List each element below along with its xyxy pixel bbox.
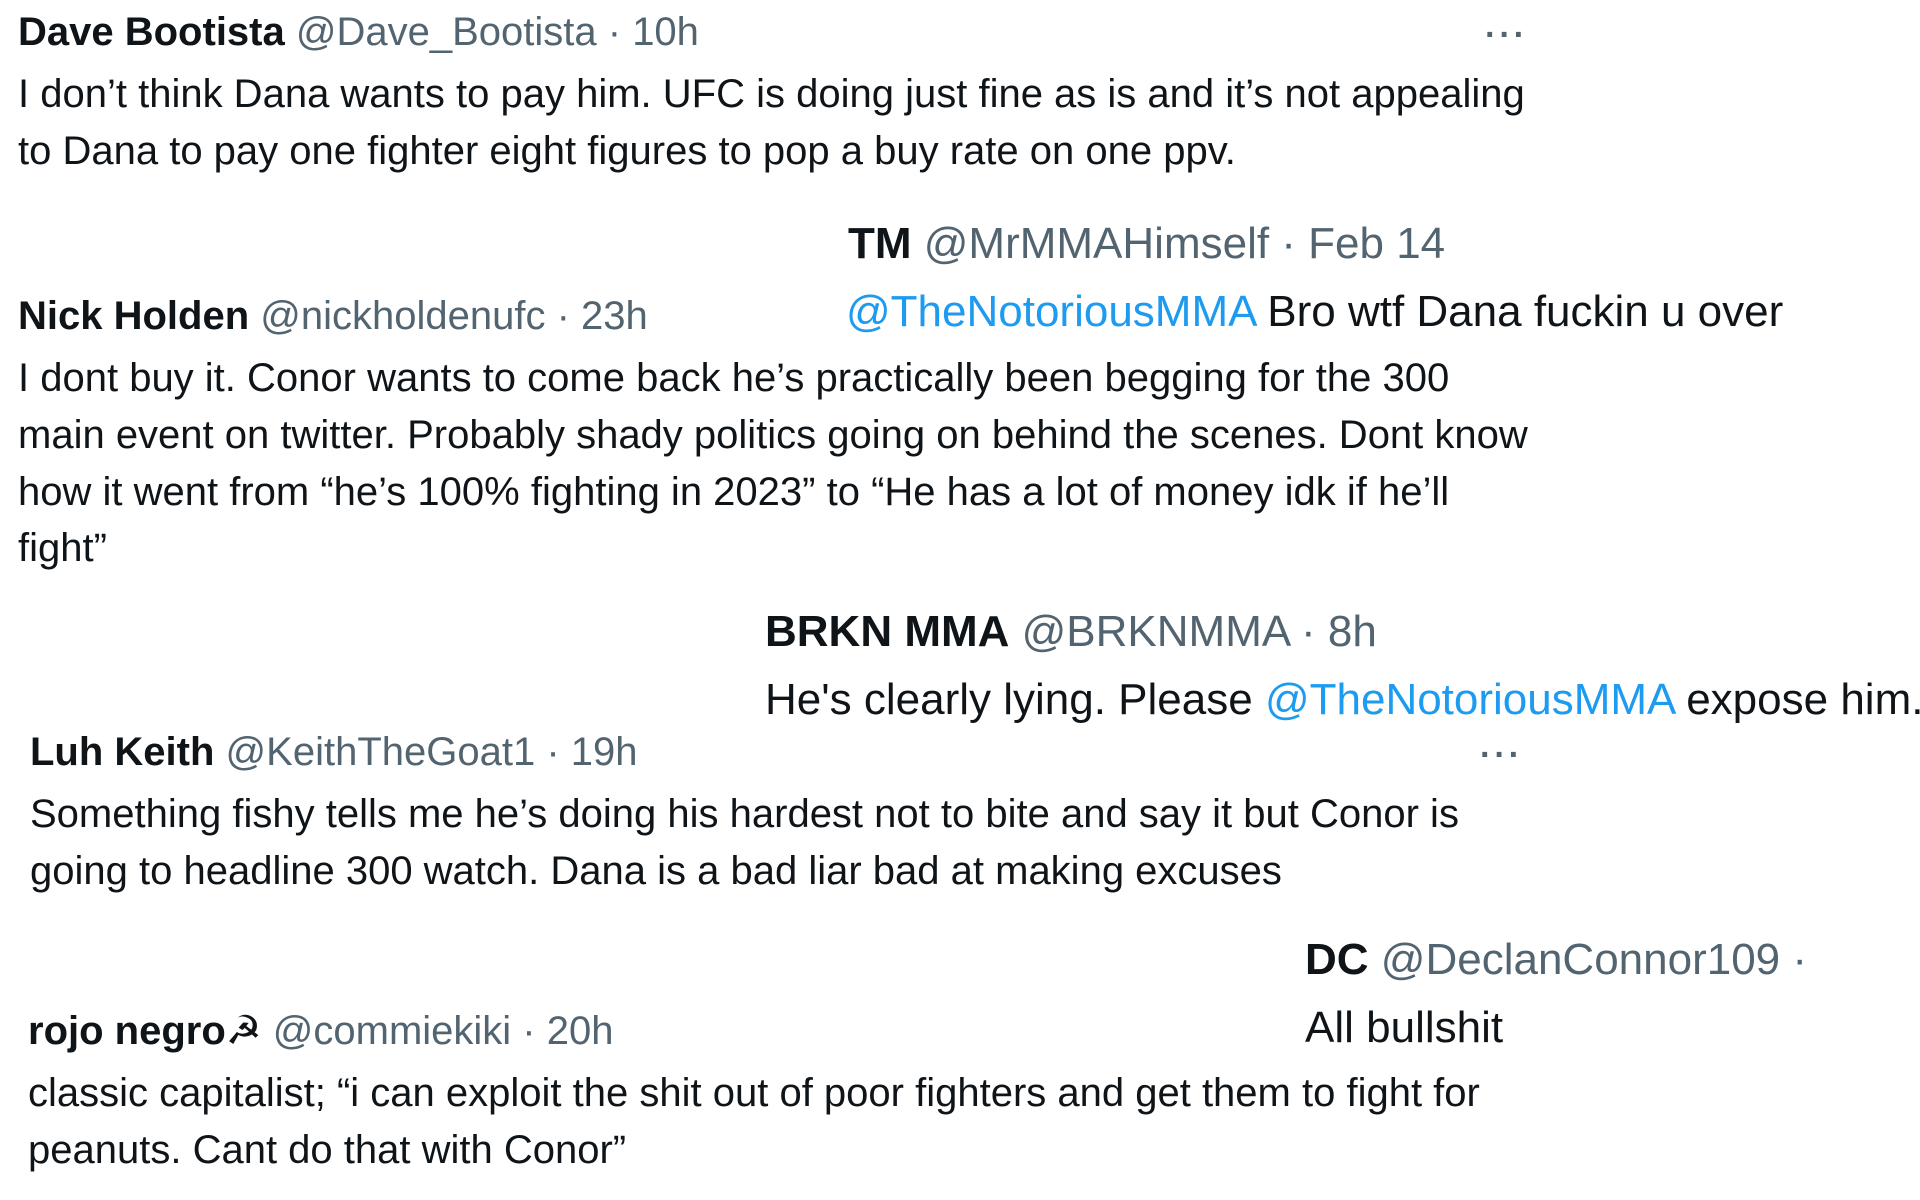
separator: · xyxy=(1269,219,1309,268)
separator: · xyxy=(535,730,571,774)
author-name[interactable]: Dave Bootista xyxy=(18,10,285,54)
mention-link[interactable]: @TheNotoriousMMA xyxy=(1265,675,1674,724)
separator: · xyxy=(545,294,582,338)
author-name[interactable]: BRKN MMA xyxy=(765,607,1009,656)
author-handle[interactable]: @MrMMAHimself xyxy=(924,219,1269,268)
separator: · xyxy=(1288,607,1328,656)
separator: · xyxy=(511,1009,547,1053)
more-options-icon[interactable]: ··· xyxy=(1485,18,1528,52)
tweet-dave-bootista[interactable]: Dave Bootista @Dave_Bootista · 10h I don… xyxy=(18,8,1538,180)
timestamp[interactable]: Feb 14 xyxy=(1308,219,1445,268)
tweet-text-content: Bro wtf Dana fuckin u over xyxy=(1255,286,1784,336)
tweet-header: TM @MrMMAHimself · Feb 14 xyxy=(848,218,1783,271)
tweet-text: Something fishy tells me he’s doing his … xyxy=(30,792,1459,893)
author-name[interactable]: Luh Keith xyxy=(30,730,214,774)
author-handle[interactable]: @KeithTheGoat1 xyxy=(226,730,536,774)
author-handle[interactable]: @commiekiki xyxy=(273,1009,511,1053)
tweet-text: classic capitalist; “i can exploit the s… xyxy=(28,1071,1480,1172)
tweet-text: All bullshit xyxy=(1305,1002,1504,1052)
tweet-text: @TheNotoriousMMA Bro wtf Dana fuckin u o… xyxy=(846,281,1783,343)
tweet-text-before: He's clearly lying. Please xyxy=(765,674,1265,724)
author-name[interactable]: DC xyxy=(1305,935,1369,984)
author-handle[interactable]: @nickholdenufc xyxy=(260,294,545,338)
author-handle[interactable]: @Dave_Bootista xyxy=(296,10,597,54)
tweet-brkn-mma[interactable]: BRKN MMA @BRKNMMA · 8h He's clearly lyin… xyxy=(765,606,1920,731)
author-name[interactable]: TM xyxy=(848,219,912,268)
timestamp[interactable]: 19h xyxy=(571,730,638,774)
timestamp[interactable]: 10h xyxy=(632,10,699,54)
author-handle[interactable]: @DeclanConnor109 xyxy=(1381,935,1780,984)
mention-link[interactable]: @TheNotoriousMMA xyxy=(846,287,1255,336)
separator: · xyxy=(1780,935,1808,984)
tweet-dc[interactable]: DC @DeclanConnor109 · All bullshit xyxy=(1305,934,1807,1059)
tweet-text: I dont buy it. Conor wants to come back … xyxy=(18,356,1528,571)
tweet-luh-keith[interactable]: Luh Keith @KeithTheGoat1 · 19h Something… xyxy=(30,728,1500,900)
author-name[interactable]: Nick Holden xyxy=(18,294,249,338)
more-options-icon[interactable]: ··· xyxy=(1480,738,1523,772)
timestamp[interactable]: 8h xyxy=(1328,607,1377,656)
author-name[interactable]: rojo negro☭ xyxy=(28,1009,262,1053)
author-handle[interactable]: @BRKNMMA xyxy=(1022,607,1289,656)
timestamp[interactable]: 23h xyxy=(581,294,648,338)
timestamp[interactable]: 20h xyxy=(547,1009,614,1053)
tweet-text: I don’t think Dana wants to pay him. UFC… xyxy=(18,72,1525,173)
tweet-header: DC @DeclanConnor109 · xyxy=(1305,934,1807,987)
tweet-header: Dave Bootista @Dave_Bootista · 10h xyxy=(18,8,1538,56)
tweet-header: BRKN MMA @BRKNMMA · 8h xyxy=(765,606,1920,659)
tweet-text: He's clearly lying. Please @TheNotorious… xyxy=(765,669,1920,731)
separator: · xyxy=(596,10,633,54)
tweet-tm[interactable]: TM @MrMMAHimself · Feb 14 @TheNotoriousM… xyxy=(846,218,1783,343)
tweet-header: Luh Keith @KeithTheGoat1 · 19h xyxy=(30,728,1500,776)
tweet-text-after: expose him. xyxy=(1673,674,1920,724)
